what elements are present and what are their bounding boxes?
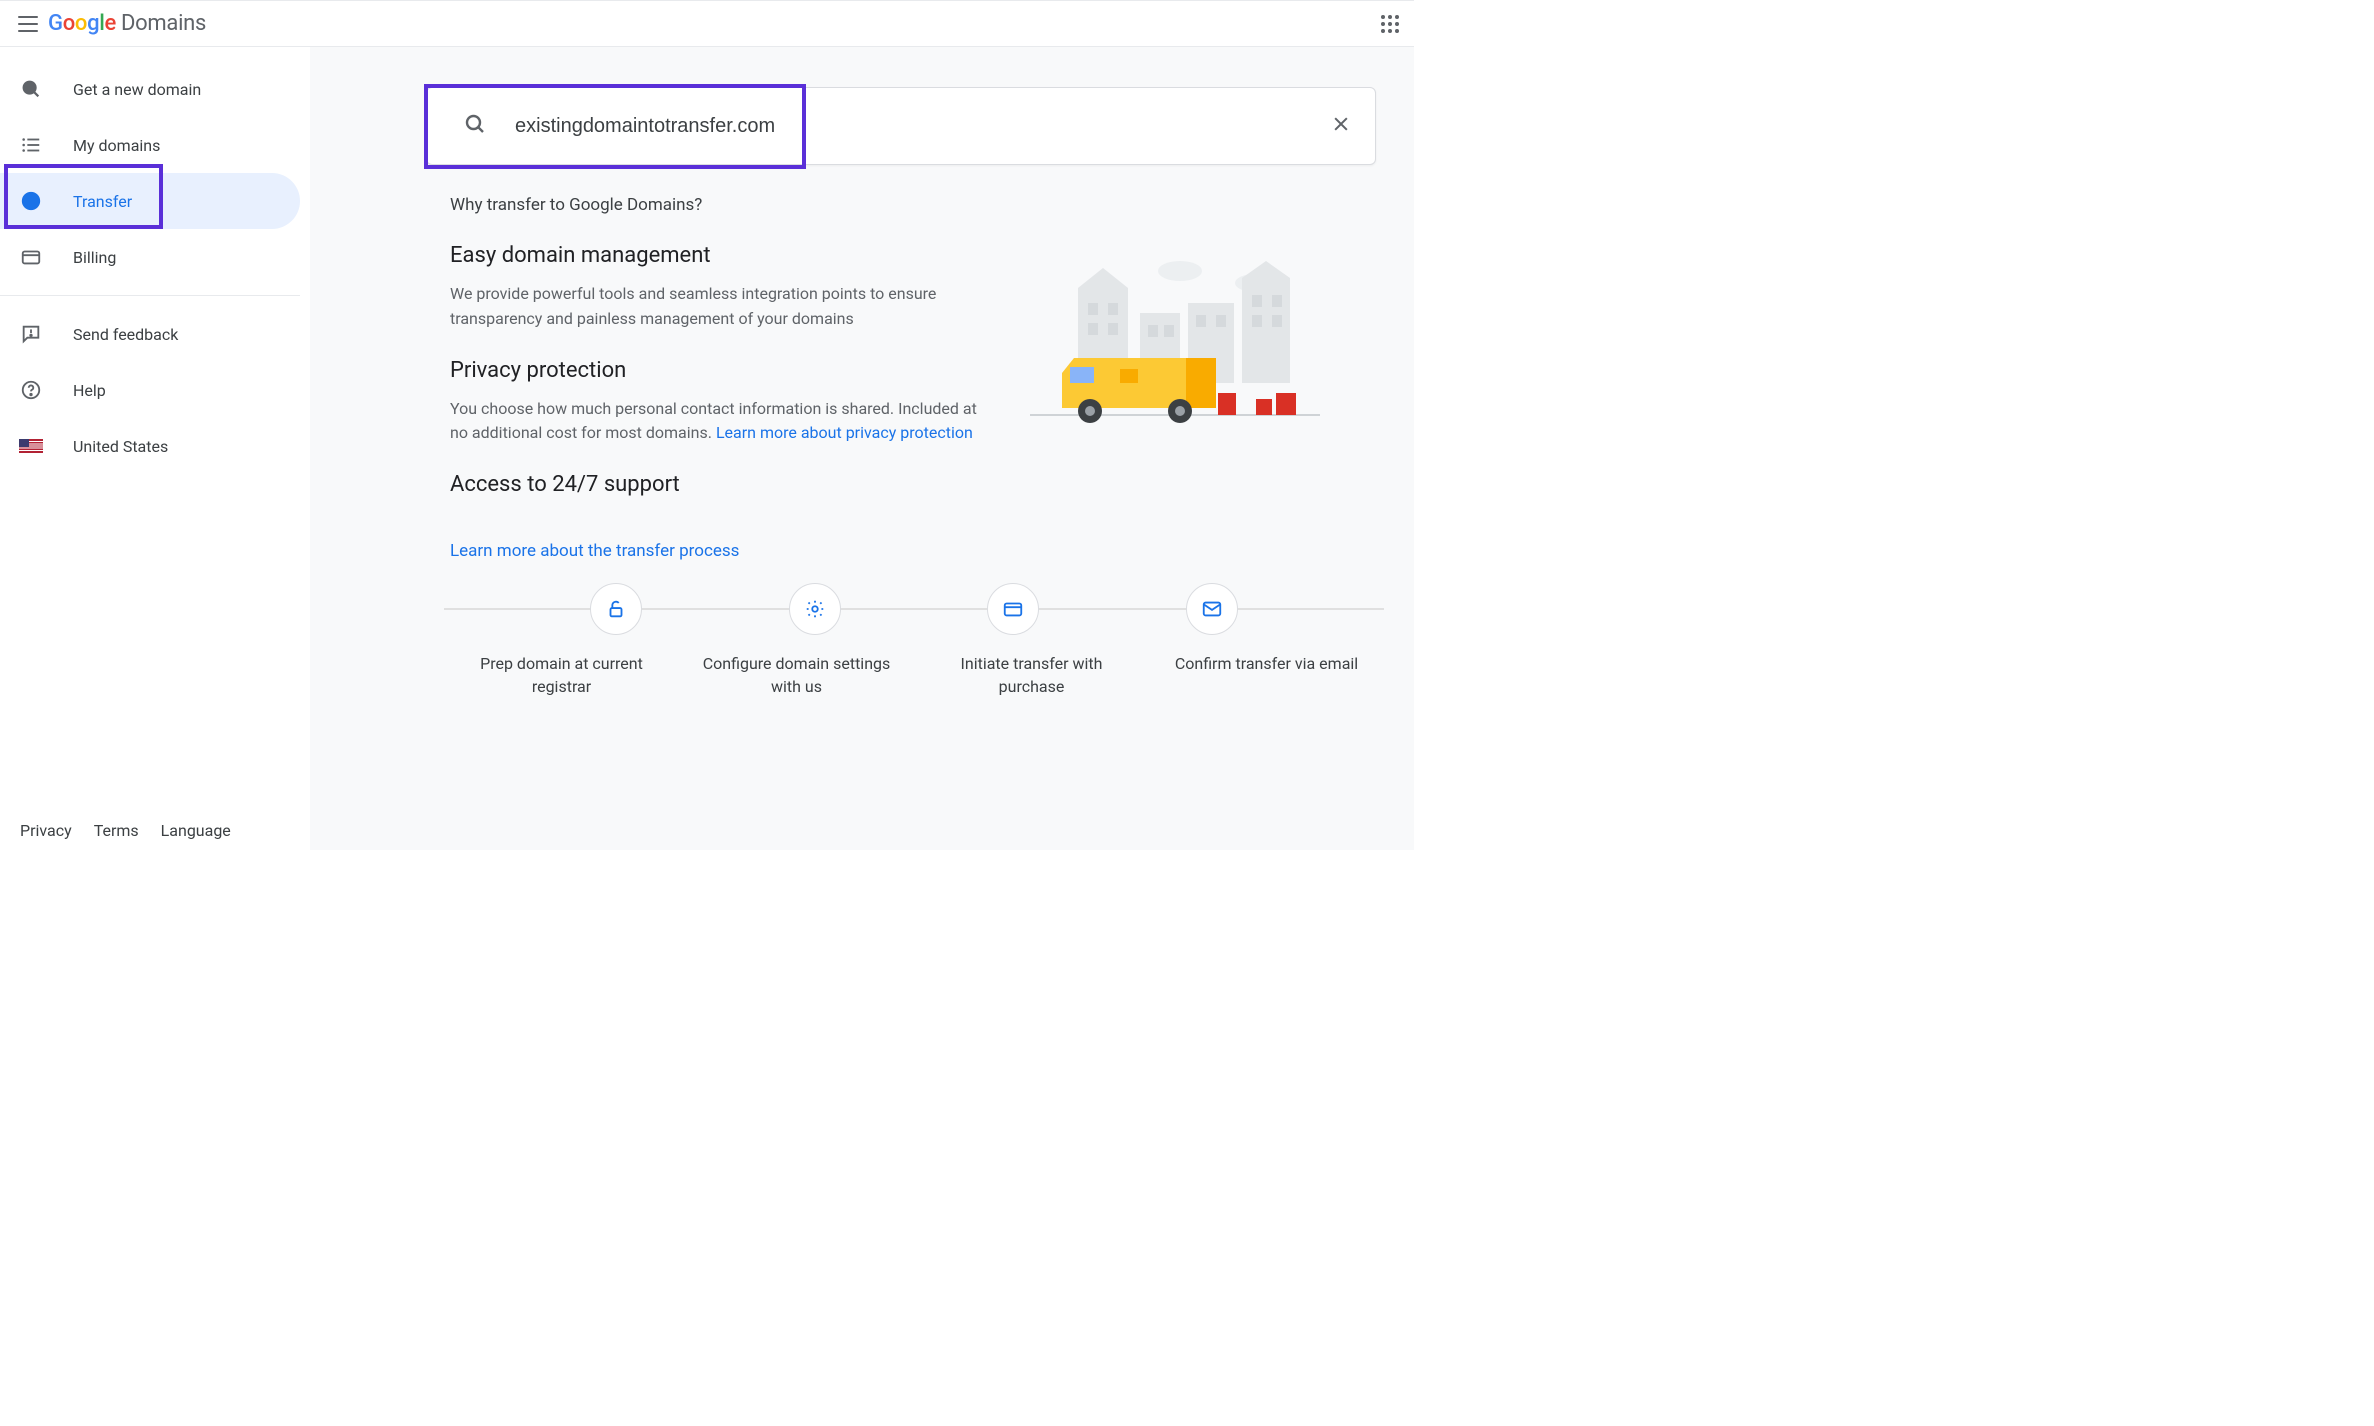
feature-title: Privacy protection [450, 358, 990, 383]
flag-us-icon [19, 434, 43, 458]
sidebar-item-label: Send feedback [73, 325, 178, 344]
transfer-illustration [1030, 243, 1320, 443]
credit-card-icon [19, 245, 43, 269]
search-icon [19, 77, 43, 101]
feature-body: We provide powerful tools and seamless i… [450, 282, 990, 332]
sidebar-item-label: United States [73, 437, 168, 456]
search-icon [463, 112, 487, 140]
step-label: Configure domain settings with us [682, 653, 912, 698]
sidebar-item-label: Help [73, 381, 106, 400]
footer-terms-link[interactable]: Terms [94, 821, 139, 840]
sidebar-item-label: Transfer [73, 192, 132, 211]
feature-title: Easy domain management [450, 243, 990, 268]
privacy-learn-more-link[interactable]: Learn more about privacy protection [716, 423, 973, 442]
menu-icon[interactable] [16, 12, 40, 36]
learn-transfer-process-link[interactable]: Learn more about the transfer process [450, 541, 1386, 561]
feature-body: You choose how much personal contact inf… [450, 397, 990, 447]
domain-transfer-input[interactable] [515, 115, 1315, 138]
step-label: Prep domain at current registrar [447, 653, 677, 698]
sidebar-item-send-feedback[interactable]: Send feedback [0, 306, 310, 362]
footer-privacy-link[interactable]: Privacy [20, 821, 72, 840]
step-label: Confirm transfer via email [1152, 653, 1382, 698]
step-icon-configure [789, 583, 841, 635]
feedback-icon [19, 322, 43, 346]
step-icon-prep [590, 583, 642, 635]
sidebar-item-billing[interactable]: Billing [0, 229, 310, 285]
sidebar-item-get-domain[interactable]: Get a new domain [0, 61, 310, 117]
sidebar-item-label: Get a new domain [73, 80, 201, 99]
list-icon [19, 133, 43, 157]
sidebar-item-help[interactable]: Help [0, 362, 310, 418]
feature-title: Access to 24/7 support [450, 472, 990, 497]
help-icon [19, 378, 43, 402]
step-icon-purchase [987, 583, 1039, 635]
sidebar-item-my-domains[interactable]: My domains [0, 117, 310, 173]
footer-language-link[interactable]: Language [161, 821, 231, 840]
sidebar-item-label: Billing [73, 248, 116, 267]
clear-icon[interactable] [1331, 114, 1351, 138]
footer-links: Privacy Terms Language [20, 821, 231, 840]
sidebar-item-transfer[interactable]: Transfer [0, 173, 300, 229]
product-name: Domains [121, 11, 206, 36]
product-logo[interactable]: Google Domains [48, 11, 206, 36]
sidebar-item-label: My domains [73, 136, 160, 155]
sidebar-item-country[interactable]: United States [0, 418, 310, 474]
transfer-icon [19, 189, 43, 213]
sidebar: Get a new domain My domains Transfer Bil… [0, 47, 310, 850]
sidebar-divider [0, 295, 300, 296]
step-label: Initiate transfer with purchase [917, 653, 1147, 698]
step-icon-email [1186, 583, 1238, 635]
transfer-steps [444, 583, 1384, 635]
section-heading: Why transfer to Google Domains? [450, 195, 1386, 215]
app-header: Google Domains [0, 1, 1414, 47]
transfer-search-box [426, 87, 1376, 165]
main-content: Why transfer to Google Domains? Easy dom… [310, 47, 1414, 850]
apps-launcher-icon[interactable] [1378, 12, 1402, 36]
